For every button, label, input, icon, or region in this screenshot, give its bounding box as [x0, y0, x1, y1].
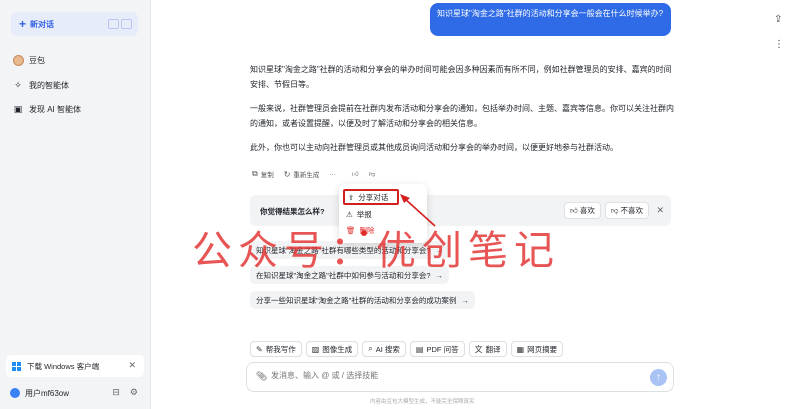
- tool-label: PDF 问答: [426, 344, 459, 354]
- copy-label: 复制: [260, 172, 274, 179]
- sidebar-item-label: 发现 AI 智能体: [29, 104, 82, 114]
- share-conversation-item[interactable]: ⇪ 分享对话: [343, 189, 399, 205]
- download-label: 下载 Windows 客户端: [27, 361, 100, 371]
- regenerate-label: 重新生成: [293, 172, 320, 179]
- tool-label: 网页摘要: [527, 344, 558, 354]
- tool-label: 图像生成: [322, 344, 353, 354]
- shortcut-hint: [108, 19, 132, 29]
- refresh-icon: ↻: [283, 169, 291, 179]
- thumbs-down-icon: 👎︎: [610, 205, 619, 215]
- tool-translate[interactable]: 文翻译: [468, 341, 507, 357]
- tool-web-summary[interactable]: ▦ 网页摘要: [510, 341, 564, 357]
- tool-label: 帮我写作: [265, 344, 296, 354]
- grid-icon: ▣: [13, 103, 23, 114]
- more-label: ···: [329, 170, 336, 178]
- download-client-banner[interactable]: 下载 Windows 客户端 ✕: [6, 355, 144, 377]
- disclaimer: 内容由豆包大模型生成，不能完全保障真实: [370, 399, 475, 405]
- dislike-button[interactable]: 👎︎ 不喜欢: [604, 202, 649, 219]
- share-icon[interactable]: ⇪: [774, 14, 784, 25]
- new-chat-label: 新对话: [30, 19, 55, 29]
- feedback-question: 你觉得结果怎么样?: [260, 207, 325, 216]
- share-icon: ⇪: [348, 192, 355, 202]
- sidebar-item-label: 我的智能体: [29, 80, 69, 90]
- tool-search[interactable]: ⌕ AI 搜索: [362, 341, 406, 357]
- computer-icon[interactable]: ⊟: [112, 387, 120, 398]
- pen-icon: ✎: [256, 344, 263, 354]
- copy-button[interactable]: ⧉ 复制: [252, 169, 274, 179]
- sparkle-icon: ✧: [14, 79, 22, 90]
- watermark-text: 公众号：优创笔记: [192, 228, 560, 274]
- image-icon: ▨: [311, 344, 320, 354]
- close-icon[interactable]: ✕: [128, 360, 136, 371]
- tool-label: 翻译: [485, 344, 501, 354]
- more-button[interactable]: ···: [329, 171, 336, 178]
- thumbs-down-icon[interactable]: 👎︎: [369, 170, 376, 178]
- user-message: 知识星球"淘金之路"社群的活动和分享会一般会在什么时候举办?: [430, 3, 671, 36]
- suggestion-text: 分享一些知识星球"淘金之路"社群的活动和分享会的成功案例: [256, 295, 457, 305]
- thumbs-up-icon[interactable]: 👍︎: [352, 170, 359, 178]
- sidebar-item-doubao[interactable]: 豆包: [12, 52, 45, 68]
- answer-paragraph: 此外，你也可以主动向社群管理员或其他成员询问活动和分享会的举办时间，以便更好地参…: [250, 143, 618, 152]
- tool-pdf[interactable]: ▤ PDF 问答: [409, 341, 465, 357]
- sidebar-item-discover-agents[interactable]: ▣ 发现 AI 智能体: [12, 101, 81, 117]
- translate-icon: 文: [474, 344, 483, 354]
- message-composer: 📎︎ ↑: [246, 362, 674, 392]
- arrow-right-icon: →: [461, 295, 469, 305]
- attachment-icon[interactable]: 📎︎: [256, 371, 267, 382]
- windows-icon: [12, 361, 21, 371]
- skill-toolbar: ✎ 帮我写作 ▨ 图像生成 ⌕ AI 搜索 ▤ PDF 问答 文翻译 ▦ 网页摘要: [250, 341, 564, 357]
- answer-actions: ⧉ 复制 ↻ 重新生成 ··· 👍︎ 👎︎: [252, 169, 375, 179]
- close-icon[interactable]: ✕: [656, 205, 664, 216]
- arrow-up-icon: ↑: [656, 372, 661, 383]
- answer-paragraph: 知识星球"淘金之路"社群的活动和分享会的举办时间可能会因多种因素而有所不同，例如…: [250, 65, 672, 89]
- assistant-answer: 知识星球"淘金之路"社群的活动和分享会的举办时间可能会因多种因素而有所不同，例如…: [250, 62, 675, 164]
- sidebar: + 新对话 豆包 ✧ 我的智能体 ▣ 发现 AI 智能体 下载 Windows …: [0, 0, 151, 409]
- plus-icon: +: [19, 17, 27, 31]
- tool-image[interactable]: ▨ 图像生成: [305, 341, 359, 357]
- doubao-avatar-icon: [12, 54, 24, 66]
- new-chat-button[interactable]: + 新对话: [11, 12, 138, 36]
- answer-paragraph: 一般来说，社群管理员会提前在社群内发布活动和分享会的通知，包括举办时间、主题、嘉…: [250, 104, 674, 128]
- web-summary-icon: ▦: [516, 344, 525, 354]
- message-input[interactable]: [271, 371, 651, 380]
- thumbs-up-icon: 👍︎: [570, 205, 578, 215]
- send-button[interactable]: ↑: [650, 369, 667, 386]
- user-name: 用户mf63ow: [25, 388, 70, 398]
- pdf-icon: ▤: [415, 344, 424, 354]
- copy-icon: ⧉: [252, 169, 258, 178]
- search-icon: ⌕: [368, 344, 373, 353]
- like-label: 喜欢: [579, 206, 595, 215]
- like-button[interactable]: 👍︎ 喜欢: [564, 202, 601, 219]
- more-icon[interactable]: ⋮: [774, 39, 784, 50]
- avatar: [10, 388, 20, 398]
- tool-write[interactable]: ✎ 帮我写作: [250, 341, 302, 357]
- share-label: 分享对话: [358, 192, 389, 202]
- sidebar-item-label: 豆包: [29, 55, 45, 65]
- regenerate-button[interactable]: ↻ 重新生成: [283, 169, 320, 180]
- suggestion-item[interactable]: 分享一些知识星球"淘金之路"社群的活动和分享会的成功案例 →: [250, 291, 475, 309]
- tool-label: AI 搜索: [375, 344, 400, 354]
- dislike-label: 不喜欢: [620, 206, 644, 215]
- gear-icon[interactable]: ⚙: [130, 387, 138, 398]
- sidebar-item-my-agents[interactable]: ✧ 我的智能体: [12, 77, 69, 93]
- user-profile[interactable]: 用户mf63ow ⊟ ⚙: [10, 386, 142, 400]
